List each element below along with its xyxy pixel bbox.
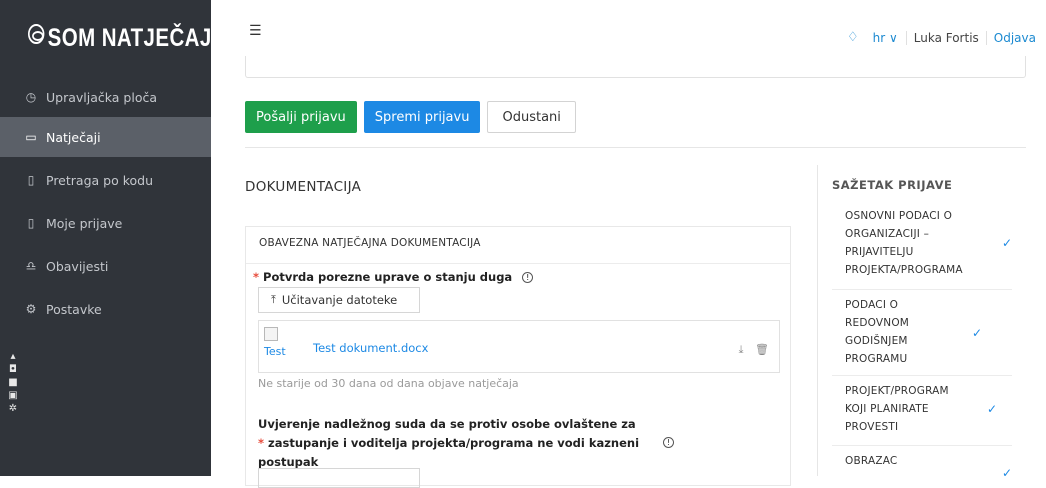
summary-line: ORGANIZACIJI – — [845, 228, 930, 240]
summary-line: GODIŠNJEM — [845, 335, 908, 347]
summary-item[interactable]: PROJEKT/PROGRAM KOJI PLANIRATE PROVESTI … — [832, 376, 1012, 446]
info-icon[interactable]: ! — [522, 272, 534, 283]
file-name-link[interactable]: Test dokument.docx — [313, 341, 428, 355]
sidebar-item-natjecaji[interactable]: ▭ Natječaji — [0, 117, 211, 157]
previous-section-panel — [245, 56, 1026, 78]
divider — [246, 263, 790, 264]
sidebar-item-pretraga-po-kodu[interactable]: ▯ Pretraga po kodu — [0, 160, 211, 200]
sidebar-item-moje-prijave[interactable]: ▯ Moje prijave — [0, 203, 211, 243]
file-thumbnail-icon — [264, 327, 278, 341]
brand-logo-text: SOM NATJEČAJI — [47, 24, 218, 52]
language-select[interactable]: hr ∨ — [873, 30, 907, 45]
summary-item[interactable]: OSNOVNI PODACI O ORGANIZACIJI – PRIJAVIT… — [832, 202, 1012, 290]
summary-item-text: OBRAZAC — [845, 452, 897, 470]
section-title: DOKUMENTACIJA — [245, 179, 362, 195]
bell-icon: ♎ — [25, 259, 37, 273]
field-label-line: Uvjerenje nadležnog suda da se protiv os… — [258, 417, 636, 431]
card-header: OBAVEZNA NATJEČAJNA DOKUMENTACIJA — [259, 237, 481, 249]
sidebar-item-label: Postavke — [46, 301, 102, 317]
summary-item-text: OSNOVNI PODACI O ORGANIZACIJI – PRIJAVIT… — [845, 207, 963, 279]
info-icon[interactable]: ! — [663, 437, 674, 448]
download-icon[interactable]: ⤓ — [739, 343, 744, 356]
field-hint: Ne starije od 30 dana od dana objave nat… — [258, 377, 519, 390]
file-actions: ⤓ 🗑 — [731, 343, 769, 357]
divider — [817, 165, 818, 476]
sidebar-item-postavke[interactable]: ⚙ Postavke — [0, 289, 211, 329]
dashboard-icon: ◷ — [25, 90, 37, 104]
sidebar: SOM NATJEČAJI ◷ Upravljačka ploča ▭ Natj… — [0, 0, 217, 476]
summary-line: PROVESTI — [845, 421, 899, 433]
gear-icon: ⚙ — [25, 302, 37, 316]
logout-link[interactable]: Odjava — [987, 31, 1036, 45]
check-icon: ✓ — [972, 326, 983, 340]
required-mark: * — [258, 436, 265, 450]
brand-logo[interactable]: SOM NATJEČAJI — [28, 24, 218, 53]
summary-title: SAŽETAK PRIJAVE — [832, 178, 953, 192]
field-label-line: zastupanje i voditelja projekta/programa… — [268, 436, 640, 450]
summary-line: PRIJAVITELJU — [845, 246, 914, 258]
video-icon[interactable]: ■ — [7, 376, 19, 389]
summary-line: PROJEKTA/PROGRAMA — [845, 264, 963, 276]
delete-icon[interactable]: 🗑 — [755, 343, 769, 356]
check-icon: ✓ — [1002, 236, 1013, 250]
sidebar-item-label: Obavijesti — [46, 258, 109, 274]
floating-toolbar: ▴ ◘ ■ ▣ ✲ — [7, 350, 19, 415]
pointer-icon[interactable]: ▴ — [7, 350, 19, 363]
sidebar-item-label: Natječaji — [46, 129, 101, 145]
camera-icon[interactable]: ◘ — [7, 363, 19, 376]
logo-icon — [28, 24, 45, 44]
form-actions: Pošalji prijavu Spremi prijavu Odustani — [245, 101, 583, 133]
file-icon: ▯ — [27, 216, 35, 230]
folder-icon: ▭ — [25, 130, 37, 144]
upload-label: Učitavanje datoteke — [281, 293, 398, 307]
summary-item-text: PODACI O REDOVNOM GODIŠNJEM PROGRAMU — [845, 296, 909, 368]
summary-item-text: PROJEKT/PROGRAM KOJI PLANIRATE PROVESTI — [845, 382, 949, 436]
sidebar-item-obavijesti[interactable]: ♎ Obavijesti — [0, 246, 211, 286]
sidebar-item-label: Pretraga po kodu — [46, 172, 153, 188]
check-icon: ✓ — [1002, 466, 1013, 480]
image-icon[interactable]: ▣ — [7, 389, 19, 402]
field-label-court-certificate: Uvjerenje nadležnog suda da se protiv os… — [258, 415, 648, 472]
summary-line: PROJEKT/PROGRAM — [845, 385, 949, 397]
check-icon: ✓ — [987, 402, 998, 416]
summary-line: OSNOVNI PODACI O — [845, 210, 953, 222]
required-mark: * — [253, 270, 260, 284]
divider — [245, 147, 1026, 148]
sidebar-item-label: Moje prijave — [46, 215, 123, 231]
summary-line: REDOVNOM — [845, 317, 910, 329]
sidebar-item-upravljacka-ploca[interactable]: ◷ Upravljačka ploča — [0, 77, 211, 117]
summary-line: PROGRAMU — [845, 353, 908, 365]
menu-toggle-icon[interactable]: ☰ — [249, 23, 262, 39]
notification-bell-icon[interactable]: ♢ — [847, 30, 859, 45]
upload-icon: ⤒ — [271, 293, 276, 306]
submit-application-button[interactable]: Pošalji prijavu — [245, 101, 357, 133]
summary-item[interactable]: OBRAZAC ✓ — [832, 446, 1012, 486]
upload-file-button[interactable] — [258, 468, 420, 488]
summary-line: OBRAZAC — [845, 455, 898, 467]
summary-line: PODACI O — [845, 299, 899, 311]
upload-file-button[interactable]: ⤒ Učitavanje datoteke — [258, 287, 420, 313]
field-label-text: Potvrda porezne uprave o stanju duga — [263, 270, 513, 284]
user-menu: ♢ hr ∨ Luka Fortis Odjava — [847, 30, 1036, 45]
settings-icon[interactable]: ✲ — [7, 402, 19, 415]
uploaded-file-row: Test Test dokument.docx ⤓ 🗑 — [258, 320, 780, 373]
document-icon: ▯ — [27, 173, 35, 187]
user-name[interactable]: Luka Fortis — [907, 30, 987, 45]
cancel-button[interactable]: Odustani — [487, 101, 576, 133]
save-application-button[interactable]: Spremi prijavu — [363, 101, 481, 133]
file-thumbnail-alt: Test — [264, 345, 286, 358]
sidebar-item-label: Upravljačka ploča — [46, 89, 157, 105]
summary-item[interactable]: PODACI O REDOVNOM GODIŠNJEM PROGRAMU ✓ — [832, 290, 1012, 376]
summary-line: KOJI PLANIRATE — [845, 403, 929, 415]
field-label-tax-certificate: * Potvrda porezne uprave o stanju duga ! — [253, 270, 534, 284]
